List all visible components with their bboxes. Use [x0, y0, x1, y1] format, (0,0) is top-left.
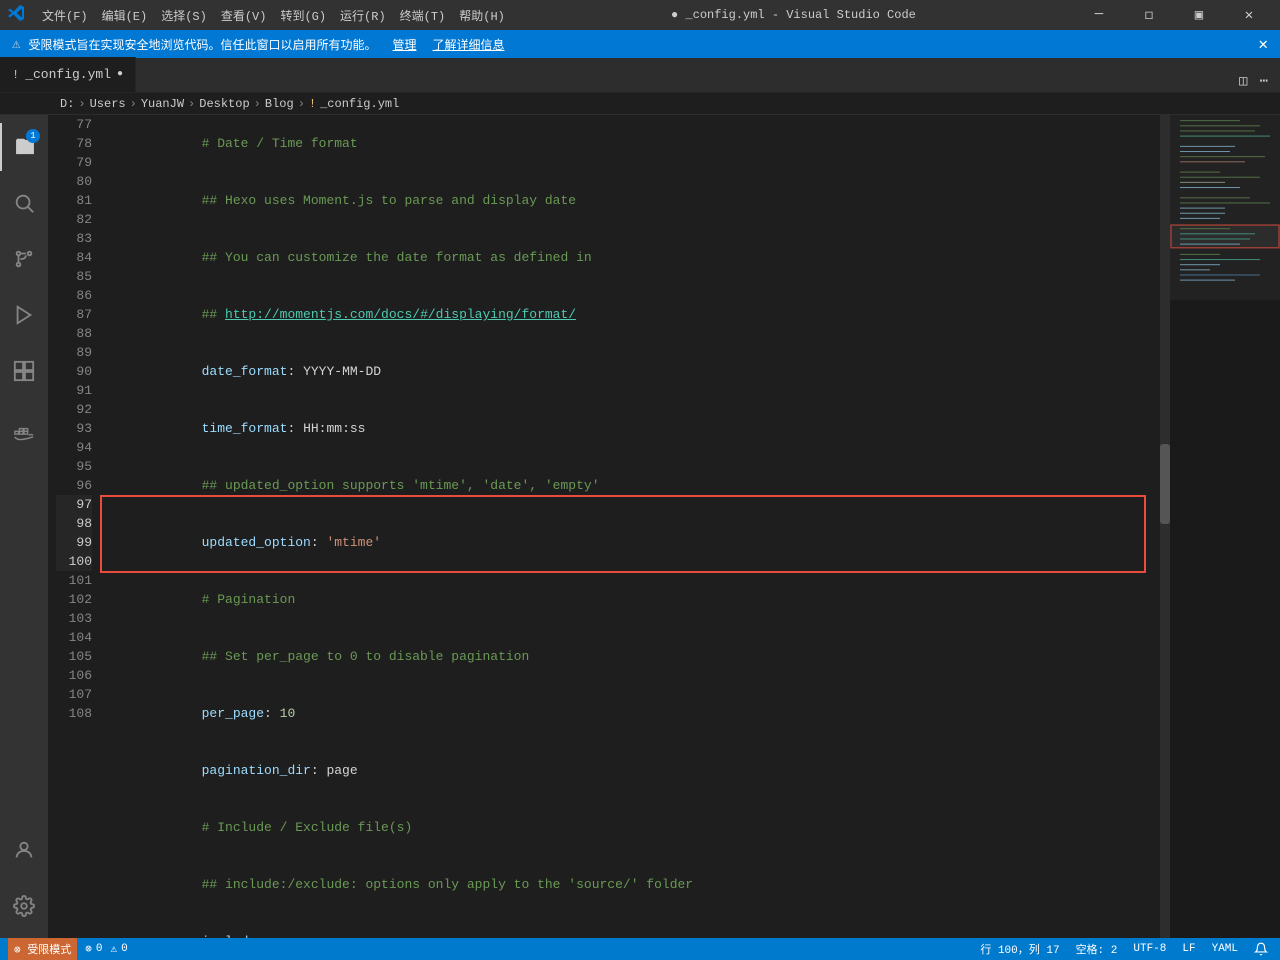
tab-actions: ◫ ⋯ — [1227, 71, 1280, 92]
code-line-84: updated_option: 'mtime' — [108, 514, 1152, 571]
code-line-87: ## Set per_page to 0 to disable paginati… — [108, 628, 1152, 685]
manage-link[interactable]: 管理 — [392, 36, 416, 53]
code-editor[interactable]: 77 78 79 80 81 82 83 84 85 86 87 88 89 9… — [48, 115, 1170, 938]
close-button[interactable]: ✕ — [1226, 0, 1272, 30]
sidebar-item-git[interactable] — [0, 235, 48, 283]
split-button[interactable]: ▣ — [1176, 0, 1222, 30]
sep4: › — [254, 97, 261, 111]
code-line-88: per_page: 10 — [108, 685, 1152, 742]
tab-name: _config.yml — [25, 67, 111, 82]
sidebar-item-account[interactable] — [0, 826, 48, 874]
sidebar-item-docker[interactable] — [0, 411, 48, 459]
main-area: 1 — [0, 115, 1280, 938]
editor-wrapper: 77 78 79 80 81 82 83 84 85 86 87 88 89 9… — [48, 115, 1280, 938]
code-line-78: ## Hexo uses Moment.js to parse and disp… — [108, 172, 1152, 229]
sidebar-item-extensions[interactable] — [0, 347, 48, 395]
code-line-79: ## You can customize the date format as … — [108, 229, 1152, 286]
sep3: › — [188, 97, 195, 111]
activity-bar-bottom — [0, 826, 48, 930]
menu-select[interactable]: 选择(S) — [155, 4, 213, 27]
breadcrumb-desktop[interactable]: Desktop — [199, 97, 249, 111]
tab-warning-icon: ! — [12, 68, 19, 82]
title-bar-left: 文件(F) 编辑(E) 选择(S) 查看(V) 转到(G) 运行(R) 终端(T… — [8, 4, 511, 27]
restricted-icon: ⚠ — [12, 36, 20, 53]
line-numbers: 77 78 79 80 81 82 83 84 85 86 87 88 89 9… — [48, 115, 100, 938]
menu-goto[interactable]: 转到(G) — [274, 4, 332, 27]
explorer-badge: 1 — [26, 129, 40, 143]
menu-run[interactable]: 运行(R) — [334, 4, 392, 27]
restricted-mode-status[interactable]: ⊗ 受限模式 — [8, 938, 77, 960]
error-count: 0 — [96, 943, 103, 955]
breadcrumb-file[interactable]: _config.yml — [320, 97, 399, 111]
restricted-text: 受限模式旨在实现安全地浏览代码。信任此窗口以启用所有功能。 — [28, 36, 376, 53]
breadcrumb-file-icon: ! — [309, 97, 316, 111]
tab-config-yml[interactable]: ! _config.yml ● — [0, 57, 136, 92]
code-line-92: ## include:/exclude: options only apply … — [108, 856, 1152, 913]
menu-help[interactable]: 帮助(H) — [453, 4, 511, 27]
more-actions-icon[interactable]: ⋯ — [1256, 71, 1272, 92]
vscode-logo — [8, 5, 24, 26]
sidebar-item-debug[interactable] — [0, 291, 48, 339]
sidebar-item-search[interactable] — [0, 179, 48, 227]
sep2: › — [130, 97, 137, 111]
breadcrumb-users[interactable]: Users — [90, 97, 126, 111]
sep5: › — [298, 97, 305, 111]
status-right: 行 100，列 17 空格: 2 UTF-8 LF YAML — [976, 941, 1272, 957]
activity-bar: 1 — [0, 115, 48, 938]
menu-terminal[interactable]: 终端(T) — [394, 4, 452, 27]
warning-count: 0 — [121, 943, 128, 955]
menu-edit[interactable]: 编辑(E) — [96, 4, 154, 27]
code-line-82: time_format: HH:mm:ss — [108, 400, 1152, 457]
minimize-button[interactable]: ─ — [1076, 0, 1122, 30]
breadcrumb: D: › Users › YuanJW › Desktop › Blog › !… — [0, 93, 1280, 115]
code-line-77: # Date / Time format — [108, 115, 1152, 172]
window-controls: ─ ◻ ▣ ✕ — [1076, 0, 1272, 30]
code-line-80: ## http://momentjs.com/docs/#/displaying… — [108, 286, 1152, 343]
menu-bar[interactable]: 文件(F) 编辑(E) 选择(S) 查看(V) 转到(G) 运行(R) 终端(T… — [36, 4, 511, 27]
restricted-mode-bar: ⚠ 受限模式旨在实现安全地浏览代码。信任此窗口以启用所有功能。 管理 了解详细信… — [0, 30, 1280, 58]
spaces-status[interactable]: 空格: 2 — [1072, 941, 1122, 957]
eol-status[interactable]: LF — [1178, 943, 1199, 955]
breadcrumb-blog[interactable]: Blog — [265, 97, 294, 111]
sidebar-item-explorer[interactable]: 1 — [0, 123, 48, 171]
learn-more-link[interactable]: 了解详细信息 — [432, 36, 504, 53]
window-title: ● _config.yml - Visual Studio Code — [511, 8, 1076, 22]
code-content[interactable]: # Date / Time format ## Hexo uses Moment… — [100, 115, 1160, 938]
status-left: ⊗ 受限模式 ⊗ 0 ⚠ 0 — [8, 938, 128, 960]
errors-status[interactable]: ⊗ 0 ⚠ 0 — [85, 942, 127, 956]
tab-dirty-indicator: ● — [117, 69, 123, 80]
split-editor-icon[interactable]: ◫ — [1235, 71, 1251, 92]
sep1: › — [78, 97, 85, 111]
notifications-bell[interactable] — [1250, 942, 1272, 956]
code-line-89: pagination_dir: page — [108, 742, 1152, 799]
code-line-83: ## updated_option supports 'mtime', 'dat… — [108, 457, 1152, 514]
warning-icon: ⚠ — [110, 942, 117, 956]
restricted-close-button[interactable]: ✕ — [1258, 34, 1268, 54]
minimap[interactable] — [1170, 115, 1280, 938]
language-status[interactable]: YAML — [1208, 943, 1242, 955]
menu-file[interactable]: 文件(F) — [36, 4, 94, 27]
code-line-91: # Include / Exclude file(s) — [108, 799, 1152, 856]
line-col-status[interactable]: 行 100，列 17 — [976, 941, 1063, 957]
vertical-scrollbar[interactable] — [1160, 115, 1170, 938]
breadcrumb-yuanjw[interactable]: YuanJW — [141, 97, 184, 111]
editor-area: 77 78 79 80 81 82 83 84 85 86 87 88 89 9… — [48, 115, 1280, 938]
sidebar-item-settings[interactable] — [0, 882, 48, 930]
minimap-content — [1170, 115, 1280, 938]
maximize-button[interactable]: ◻ — [1126, 0, 1172, 30]
code-line-93: include: — [108, 913, 1152, 938]
tab-bar: ! _config.yml ● ◫ ⋯ — [0, 58, 1280, 93]
code-line-86: # Pagination — [108, 571, 1152, 628]
error-icon: ⊗ — [85, 942, 92, 956]
encoding-status[interactable]: UTF-8 — [1129, 943, 1170, 955]
status-bar: ⊗ 受限模式 ⊗ 0 ⚠ 0 行 100，列 17 空格: 2 UTF-8 LF… — [0, 938, 1280, 960]
scrollbar-thumb[interactable] — [1160, 444, 1170, 524]
breadcrumb-drive[interactable]: D: — [60, 97, 74, 111]
menu-view[interactable]: 查看(V) — [215, 4, 273, 27]
title-bar: 文件(F) 编辑(E) 选择(S) 查看(V) 转到(G) 运行(R) 终端(T… — [0, 0, 1280, 30]
code-line-81: date_format: YYYY-MM-DD — [108, 343, 1152, 400]
